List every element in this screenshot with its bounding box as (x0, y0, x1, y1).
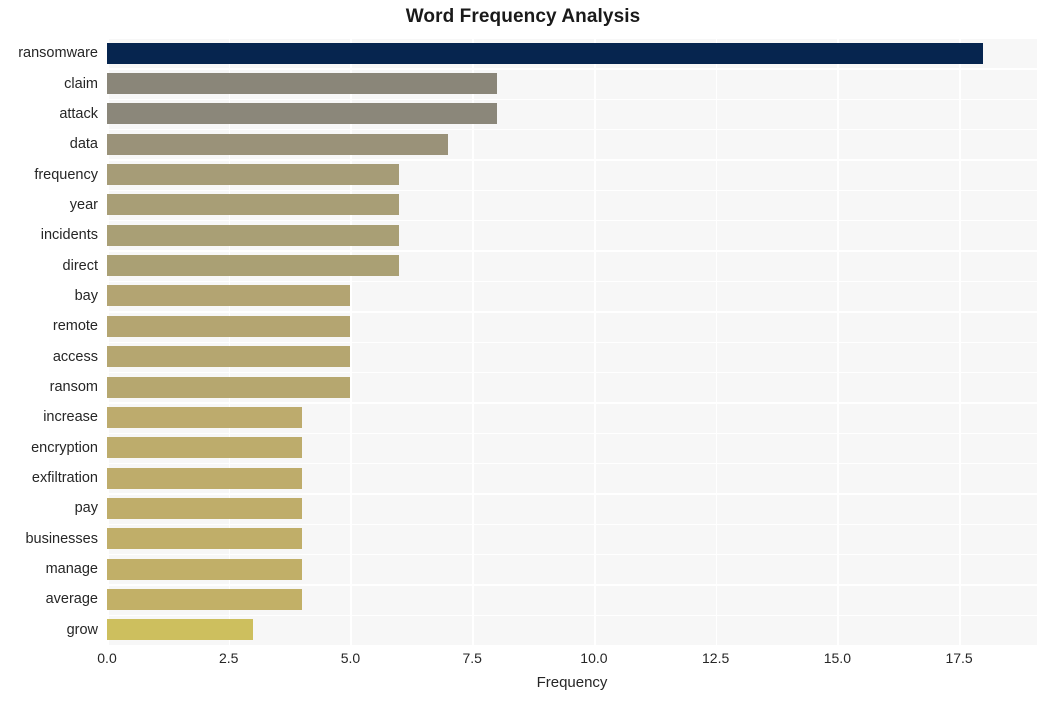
y-tick-label: data (69, 136, 98, 153)
y-tick-label: businesses (25, 530, 98, 547)
y-tick-label: average (45, 591, 98, 608)
chart-title: Word Frequency Analysis (405, 6, 641, 27)
y-tick-label: ransom (49, 379, 98, 396)
word-frequency-chart: Word Frequency Analysis ransomware claim a… (0, 0, 1046, 701)
y-tick-label: direct (62, 257, 98, 274)
y-tick-label: incidents (40, 227, 98, 244)
x-axis-tick-labels: 0.0 2.5 5.0 7.5 10.0 12.5 15.0 17.5 (0, 650, 1046, 672)
y-tick-label: manage (45, 561, 98, 578)
x-tick-label: 10.0 (580, 650, 608, 666)
x-tick-label: 12.5 (702, 650, 730, 666)
x-tick-label: 7.5 (462, 650, 482, 666)
y-tick-label: pay (74, 500, 98, 517)
y-axis-tick-labels: ransomware claim attack data frequency year in… (0, 38, 1046, 645)
x-tick-label: 15.0 (823, 650, 851, 666)
x-axis-title: Frequency (536, 674, 608, 691)
y-tick-label: attack (59, 105, 98, 122)
x-tick-label: 17.5 (945, 650, 973, 666)
y-tick-label: bay (74, 287, 98, 304)
x-tick-label: 0.0 (97, 650, 117, 666)
x-tick-label: 2.5 (218, 650, 239, 666)
y-tick-label: increase (43, 409, 98, 426)
y-tick-label: access (52, 348, 98, 365)
y-tick-label: remote (52, 318, 98, 335)
y-tick-label: ransomware (18, 45, 98, 62)
y-tick-label: year (69, 196, 98, 213)
y-tick-label: frequency (34, 166, 98, 183)
y-tick-label: exfiltration (31, 470, 98, 487)
x-tick-label: 5.0 (340, 650, 361, 666)
y-tick-label: grow (66, 621, 98, 638)
y-tick-label: encryption (31, 439, 98, 456)
y-tick-label: claim (64, 75, 98, 92)
